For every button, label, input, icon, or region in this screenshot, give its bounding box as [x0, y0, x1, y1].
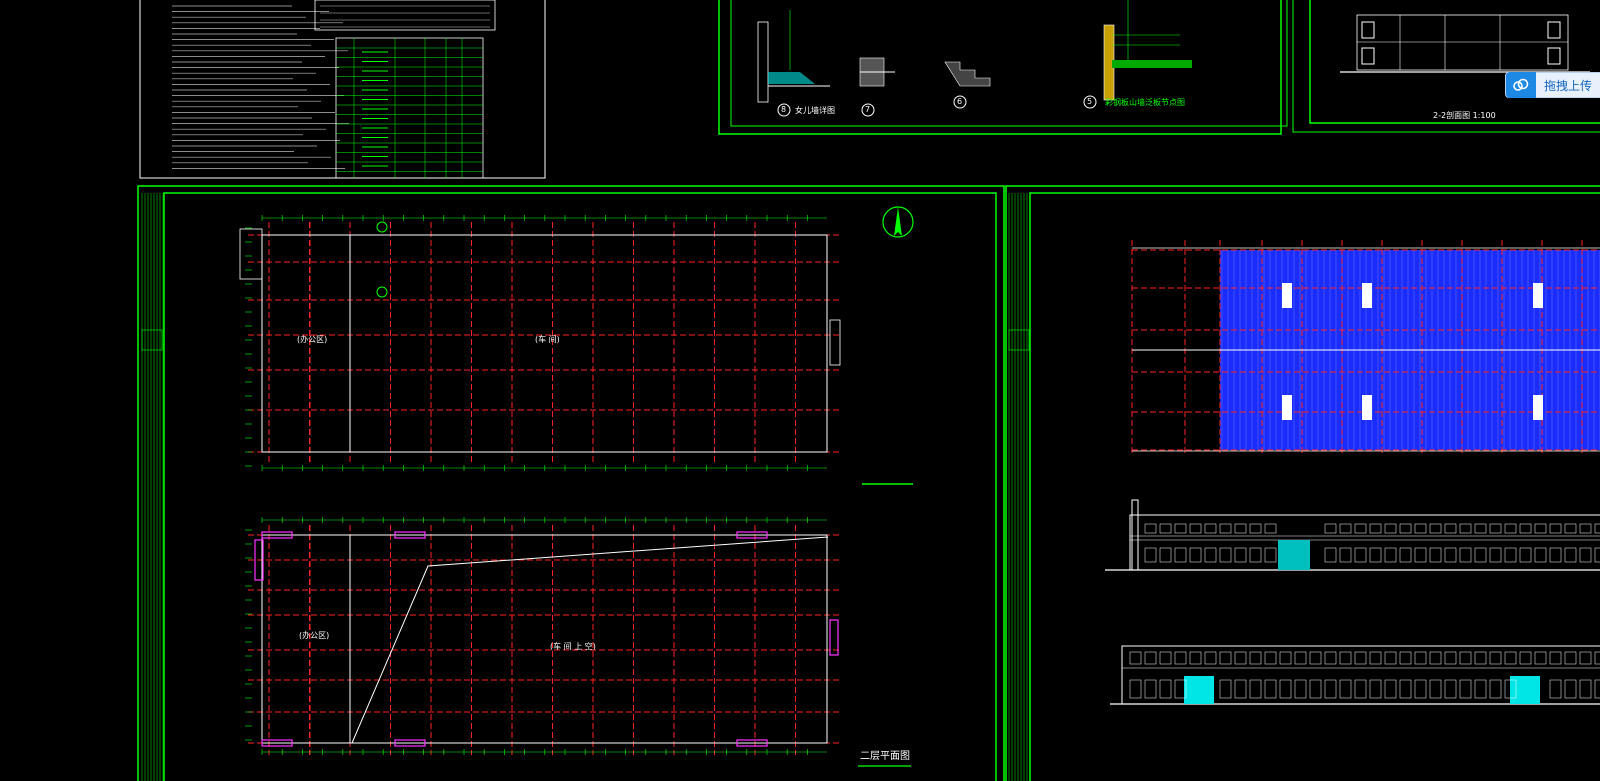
upload-label: 拖拽上传 — [1544, 78, 1593, 93]
detail-8-title: 女儿墙详图 — [795, 106, 835, 115]
door-window-table — [320, 5, 490, 179]
cad-drawing-canvas[interactable] — [0, 0, 1600, 781]
drag-upload-button[interactable]: 拖拽上传 — [1505, 72, 1600, 98]
floor1-workshop-label: (车 间) — [535, 335, 560, 344]
section-title: 2-2剖面图 1:100 — [1433, 111, 1496, 120]
detail-6-number: 6 — [957, 97, 963, 106]
detail-5-title: 彩钢板山墙泛板节点图 — [1105, 98, 1185, 107]
floor1-office-label: (办公区) — [297, 335, 328, 344]
design-notes-sheet — [139, 0, 546, 179]
detail-8-number: 8 — [781, 105, 787, 114]
roof-plan — [1131, 240, 1600, 455]
cloud-upload-icon — [1506, 72, 1536, 98]
floor2-workshop-label: (车 间 上 空) — [550, 642, 596, 651]
north-arrow-icon — [882, 206, 914, 238]
floor2-plan-title: 二层平面图 — [860, 751, 910, 762]
detail-7-number: 7 — [865, 105, 871, 114]
rear-elevation — [1110, 645, 1600, 705]
detail-5-number: 5 — [1087, 97, 1093, 106]
second-floor-plan — [245, 483, 913, 767]
section-2-2 — [1340, 14, 1590, 73]
front-elevation — [1105, 499, 1600, 571]
floor2-office-label: (办公区) — [299, 631, 330, 640]
